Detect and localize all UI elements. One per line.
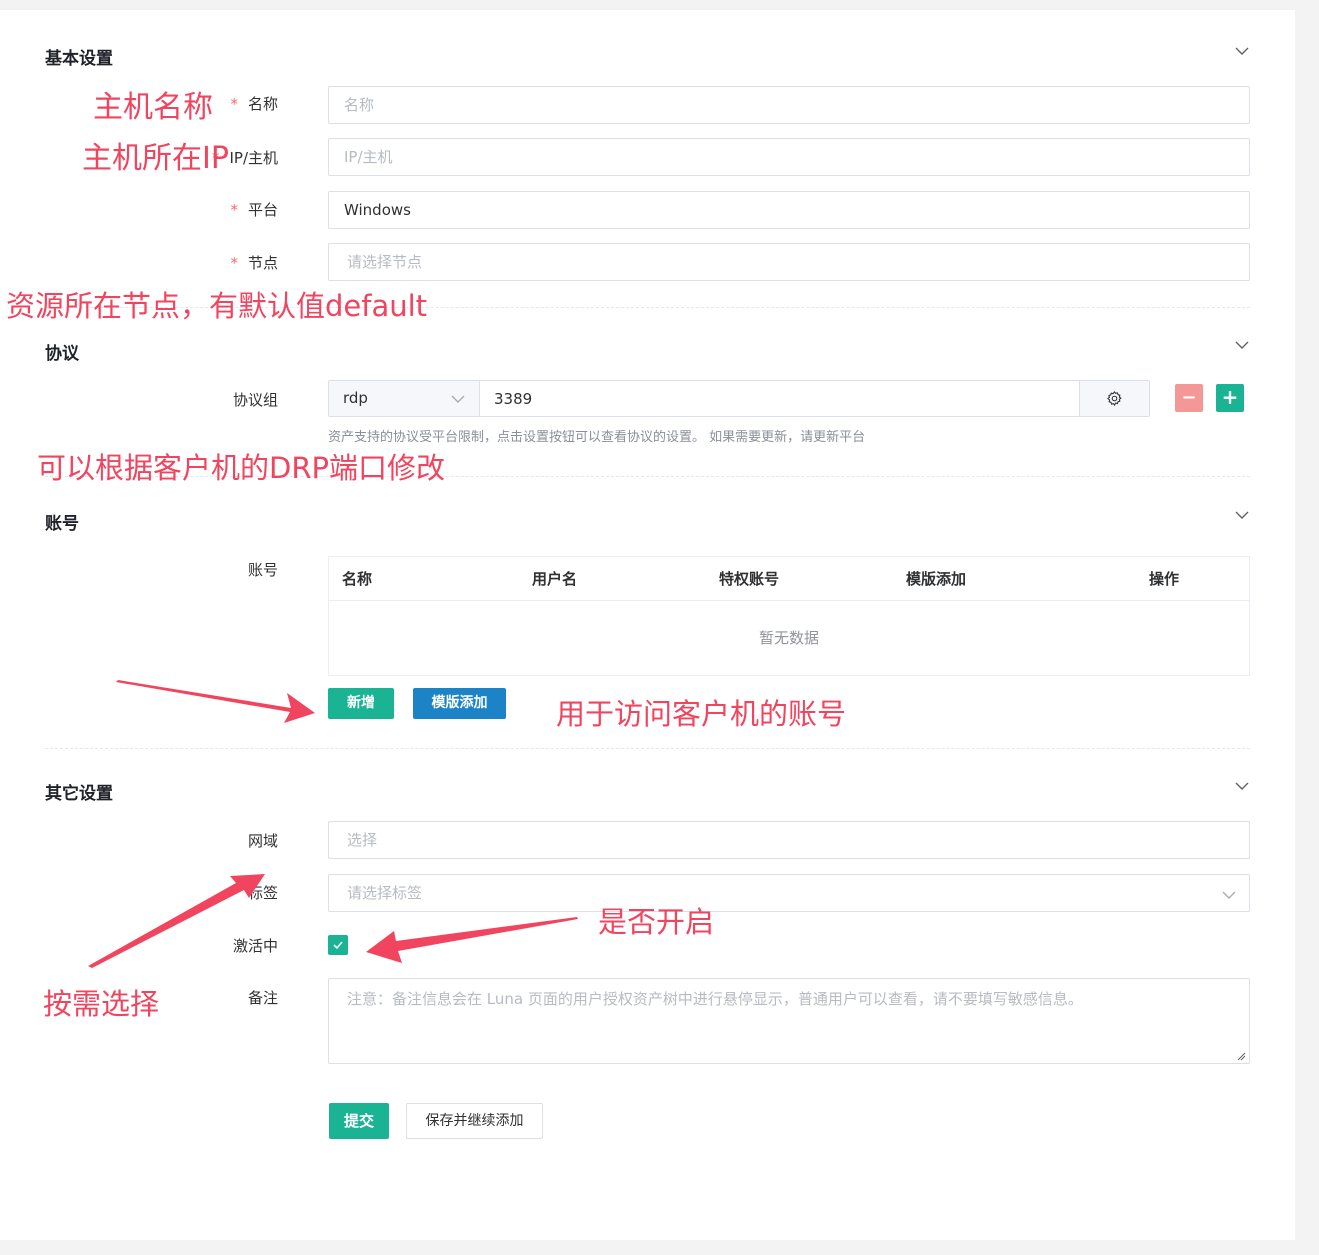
- add-account-button[interactable]: 新增: [328, 688, 394, 719]
- table-header: 名称 用户名 特权账号 模版添加 操作: [329, 557, 1249, 601]
- domain-label: 网域: [247, 832, 278, 850]
- protocol-type-value: rdp: [343, 389, 368, 407]
- section-title-account: 账号: [45, 514, 79, 534]
- check-icon: [333, 941, 343, 950]
- account-table: 名称 用户名 特权账号 模版添加 操作 暂无数据: [328, 556, 1250, 676]
- node-select[interactable]: [328, 243, 1250, 281]
- section-divider: [45, 748, 1250, 749]
- annotation-hostname: 主机名称: [93, 90, 213, 125]
- resize-handle-icon[interactable]: [1237, 1052, 1246, 1061]
- asset-form-card: 基本设置 *名称 *IP/主机 *平台 *节点 协议 协议组 rdp − + 资…: [0, 10, 1295, 1240]
- chevron-down-icon[interactable]: [1235, 46, 1249, 56]
- chevron-down-icon: [1222, 891, 1236, 899]
- active-checkbox[interactable]: [328, 935, 348, 955]
- template-add-button[interactable]: 模版添加: [413, 688, 506, 719]
- annotation-select: 按需选择: [43, 987, 160, 1021]
- protocol-group-label: 协议组: [232, 391, 278, 409]
- active-label: 激活中: [232, 937, 278, 955]
- column-header-username: 用户名: [532, 570, 578, 588]
- node-label: * 节点: [230, 254, 278, 272]
- account-label: 账号: [247, 561, 278, 579]
- column-header-name: 名称: [342, 570, 373, 588]
- gear-icon: [1107, 391, 1122, 406]
- protocol-help-text: 资产支持的协议受平台限制，点击设置按钮可以查看协议的设置。 如果需要更新，请更新…: [328, 430, 866, 445]
- column-header-privileged: 特权账号: [719, 570, 780, 588]
- chevron-down-icon[interactable]: [1235, 510, 1249, 520]
- platform-label: * 平台: [230, 201, 278, 219]
- chevron-down-icon[interactable]: [1235, 781, 1249, 791]
- submit-button[interactable]: 提交: [329, 1103, 389, 1139]
- chevron-down-icon[interactable]: [1235, 340, 1249, 350]
- comment-label: 备注: [247, 989, 278, 1007]
- section-title-protocol: 协议: [45, 344, 79, 364]
- chevron-down-icon: [451, 395, 465, 403]
- comment-textarea[interactable]: [328, 978, 1250, 1064]
- remove-protocol-button[interactable]: −: [1175, 384, 1203, 412]
- annotation-node: 资源所在节点，有默认值default: [6, 289, 428, 323]
- protocol-settings-button[interactable]: [1079, 381, 1149, 416]
- domain-select[interactable]: [328, 821, 1250, 859]
- column-header-actions: 操作: [1149, 570, 1180, 588]
- labels-label: 标签: [247, 884, 278, 902]
- column-header-template: 模版添加: [906, 570, 967, 588]
- name-input[interactable]: [328, 86, 1250, 124]
- annotation-port: 可以根据客户机的DRP端口修改: [37, 451, 445, 485]
- protocol-type-select[interactable]: rdp: [329, 381, 480, 416]
- ip-input[interactable]: [328, 138, 1250, 176]
- platform-input[interactable]: [328, 191, 1250, 229]
- name-label: * 名称: [230, 95, 278, 113]
- protocol-port-input[interactable]: [481, 381, 1079, 416]
- section-title-basic: 基本设置: [45, 49, 113, 69]
- add-protocol-button[interactable]: +: [1216, 384, 1244, 412]
- labels-select[interactable]: [328, 874, 1250, 912]
- annotation-account: 用于访问客户机的账号: [556, 697, 847, 731]
- annotation-host-ip: 主机所在IP: [82, 141, 229, 176]
- protocol-row: rdp: [328, 380, 1150, 417]
- annotation-toggle: 是否开启: [598, 905, 715, 939]
- empty-table-text: 暂无数据: [758, 629, 819, 647]
- save-continue-button[interactable]: 保存并继续添加: [406, 1103, 543, 1139]
- section-title-other: 其它设置: [45, 784, 113, 804]
